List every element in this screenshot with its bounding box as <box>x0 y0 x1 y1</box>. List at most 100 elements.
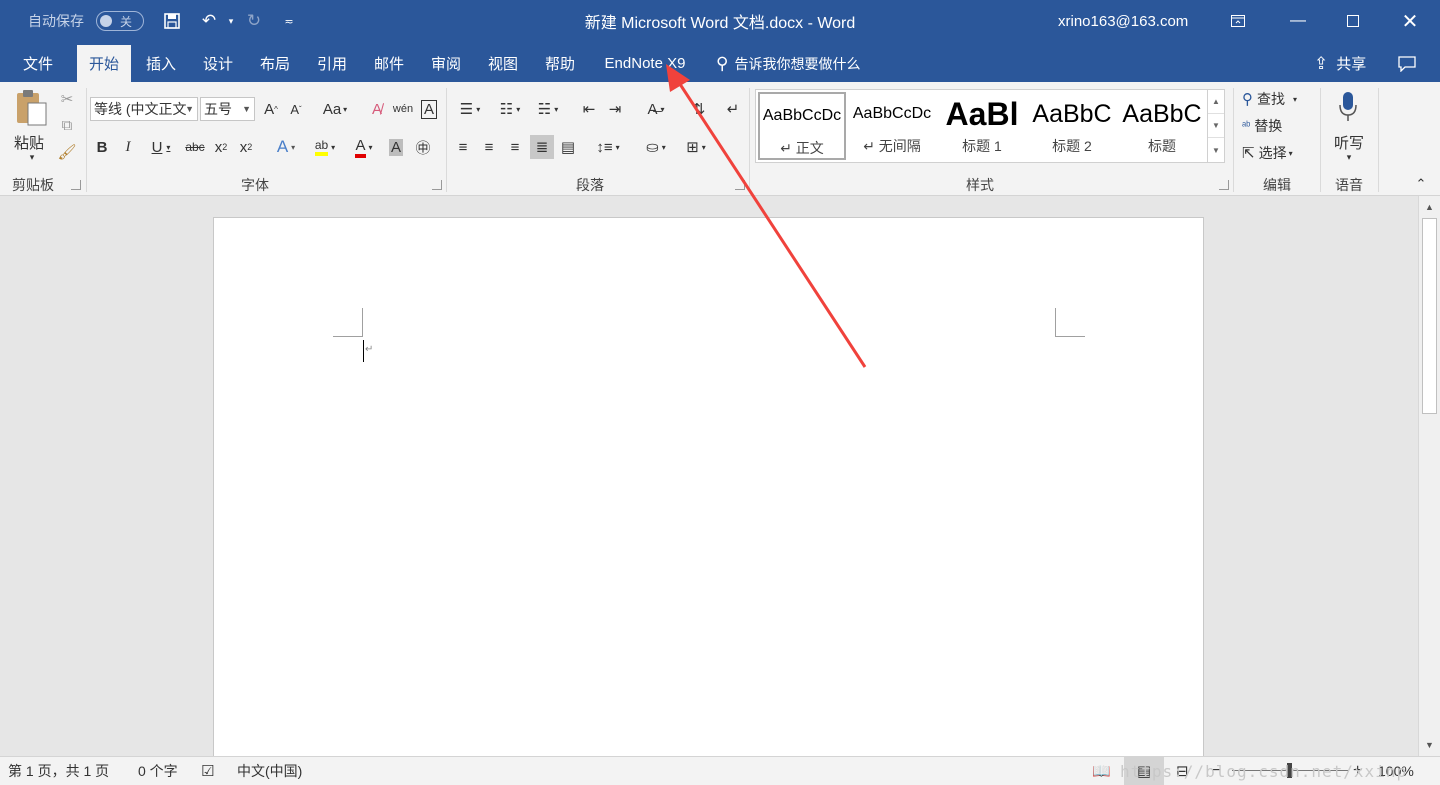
align-left-icon[interactable]: ≡ <box>452 135 474 159</box>
scroll-down-icon[interactable]: ▼ <box>1419 736 1440 754</box>
styles-gallery-scroll[interactable]: ▲ ▼ ▼ <box>1207 90 1224 162</box>
clear-formatting-icon[interactable]: A̸ <box>366 97 388 121</box>
tab-home[interactable]: 开始 <box>77 45 131 82</box>
share-button[interactable]: ⇪ 共享 <box>1314 45 1366 82</box>
more-styles-icon[interactable]: ▼ <box>1208 138 1224 162</box>
ribbon-display-options-icon[interactable] <box>1210 0 1266 42</box>
align-right-icon[interactable]: ≡ <box>504 135 526 159</box>
scroll-down-icon[interactable]: ▼ <box>1208 114 1224 138</box>
style-normal[interactable]: AaBbCcDc ↵ 正文 <box>758 92 846 160</box>
font-launcher-icon[interactable] <box>432 180 442 190</box>
character-border-icon[interactable]: A <box>418 97 440 121</box>
character-shading-icon[interactable]: A <box>386 135 406 159</box>
minimize-icon[interactable]: — <box>1270 0 1326 42</box>
dictate-dropdown-icon[interactable]: ▾ <box>1339 152 1359 162</box>
shrink-font-icon[interactable]: Aˇ <box>286 97 306 121</box>
style-heading-2[interactable]: AaBbC 标题 2 <box>1028 92 1116 160</box>
vertical-scrollbar[interactable]: ▲ ▼ <box>1418 196 1440 756</box>
italic-icon[interactable]: I <box>118 135 138 159</box>
dictate-label[interactable]: 听写 <box>1334 132 1364 153</box>
web-layout-icon[interactable]: ⊟ <box>1176 757 1189 785</box>
paste-dropdown-icon[interactable]: ▾ <box>22 152 42 162</box>
zoom-in-icon[interactable]: + <box>1353 757 1362 785</box>
distributed-icon[interactable]: ▤ <box>557 135 579 159</box>
chinese-layout-icon[interactable]: A̶ ▾ <box>638 97 674 121</box>
format-painter-icon[interactable]: 🖌 <box>57 142 77 162</box>
change-case-icon[interactable]: Aa ▾ <box>318 97 352 121</box>
grow-font-icon[interactable]: A ^ <box>261 97 281 121</box>
styles-launcher-icon[interactable] <box>1219 180 1229 190</box>
close-icon[interactable]: ✕ <box>1382 0 1438 42</box>
highlight-color-icon[interactable]: ab ▾ <box>306 135 344 159</box>
zoom-slider[interactable] <box>1232 757 1348 785</box>
tab-review[interactable]: 审阅 <box>420 45 472 82</box>
clipboard-launcher-icon[interactable] <box>71 180 81 190</box>
copy-icon[interactable]: ⧉ <box>57 115 77 135</box>
read-mode-icon[interactable]: 📖 <box>1092 757 1111 785</box>
font-color-icon[interactable]: A ▾ <box>346 135 382 159</box>
undo-dropdown-icon[interactable]: ▾ <box>220 0 242 42</box>
zoom-level[interactable]: 100% <box>1378 757 1414 785</box>
account-name[interactable]: xrino163@163.com <box>1058 0 1188 42</box>
style-no-spacing[interactable]: AaBbCcDc ↵ 无间隔 <box>848 92 936 160</box>
style-title[interactable]: AaBbC 标题 <box>1118 92 1206 160</box>
tab-layout[interactable]: 布局 <box>249 45 301 82</box>
style-heading-1[interactable]: AaBl 标题 1 <box>938 92 1026 160</box>
page-count[interactable]: 第 1 页，共 1 页 <box>8 757 109 785</box>
tab-references[interactable]: 引用 <box>306 45 358 82</box>
comments-icon[interactable] <box>1398 45 1422 82</box>
text-effects-icon[interactable]: A ▾ <box>268 135 304 159</box>
proofing-icon[interactable]: ☑ <box>201 757 214 785</box>
paragraph-launcher-icon[interactable] <box>735 180 745 190</box>
tab-view[interactable]: 视图 <box>477 45 529 82</box>
redo-icon[interactable]: ↻ <box>243 0 265 42</box>
subscript-icon[interactable]: x2 <box>210 135 232 159</box>
show-marks-icon[interactable]: ↵ <box>722 97 744 121</box>
numbering-icon[interactable]: ☷ ▾ <box>492 97 528 121</box>
justify-icon[interactable]: ≣ <box>530 135 554 159</box>
tab-mailings[interactable]: 邮件 <box>363 45 415 82</box>
paste-label[interactable]: 粘贴 <box>14 132 44 153</box>
borders-icon[interactable]: ⊞ ▾ <box>678 135 714 159</box>
enclose-characters-icon[interactable]: ㊥ <box>412 135 434 159</box>
microphone-icon[interactable] <box>1333 90 1363 124</box>
superscript-icon[interactable]: x2 <box>235 135 257 159</box>
scroll-up-icon[interactable]: ▲ <box>1419 198 1440 216</box>
increase-indent-icon[interactable]: ⇥ <box>604 97 626 121</box>
scroll-up-icon[interactable]: ▲ <box>1208 90 1224 114</box>
tab-endnote[interactable]: EndNote X9 <box>594 45 696 82</box>
font-name-combo[interactable]: 等线 (中文正文 ▼ <box>90 97 198 121</box>
align-center-icon[interactable]: ≡ <box>478 135 500 159</box>
bullets-icon[interactable]: ☰ ▾ <box>452 97 488 121</box>
tab-help[interactable]: 帮助 <box>534 45 586 82</box>
find-button[interactable]: ⚲ 查找 ▾ <box>1242 88 1314 110</box>
language-indicator[interactable]: 中文(中国) <box>237 757 302 785</box>
tab-insert[interactable]: 插入 <box>135 45 187 82</box>
autosave-toggle[interactable]: 关 <box>96 11 144 31</box>
sort-icon[interactable]: ⇅ <box>688 97 710 121</box>
document-page[interactable]: ↵ <box>213 217 1204 756</box>
tab-file[interactable]: 文件 <box>10 45 66 82</box>
cut-icon[interactable]: ✂ <box>57 89 77 109</box>
select-button[interactable]: ⇱ 选择 ▾ <box>1242 142 1314 164</box>
tell-me-search[interactable]: ⚲ 告诉我你想要做什么 <box>716 45 860 82</box>
scroll-thumb[interactable] <box>1422 218 1437 414</box>
strikethrough-icon[interactable]: abc <box>182 135 208 159</box>
font-size-combo[interactable]: 五号 ▼ <box>200 97 255 121</box>
collapse-ribbon-icon[interactable]: ⌃ <box>1412 176 1430 191</box>
zoom-out-icon[interactable]: − <box>1212 757 1221 785</box>
word-count[interactable]: 0 个字 <box>138 757 178 785</box>
decrease-indent-icon[interactable]: ⇤ <box>578 97 600 121</box>
undo-icon[interactable]: ↶ <box>198 0 220 42</box>
tab-design[interactable]: 设计 <box>192 45 244 82</box>
print-layout-icon[interactable]: ▤ <box>1124 757 1164 785</box>
customize-quick-access-icon[interactable]: ≂ <box>278 0 300 42</box>
phonetic-guide-icon[interactable]: wén <box>392 97 414 121</box>
underline-icon[interactable]: U ▾ <box>144 135 178 159</box>
multilevel-list-icon[interactable]: ☵ ▾ <box>530 97 566 121</box>
shading-icon[interactable]: ⛀ ▾ <box>638 135 674 159</box>
paste-icon[interactable] <box>12 88 50 128</box>
maximize-icon[interactable] <box>1325 0 1381 42</box>
line-spacing-icon[interactable]: ↕≡ ▾ <box>590 135 626 159</box>
bold-icon[interactable]: B <box>92 135 112 159</box>
